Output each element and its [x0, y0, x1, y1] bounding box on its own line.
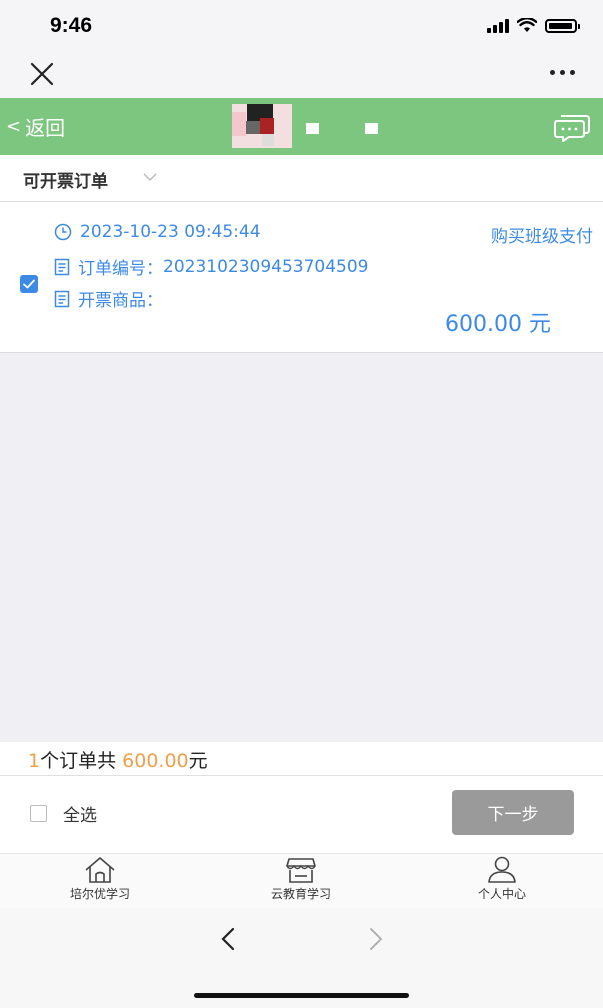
back-chevron-icon: <: [6, 116, 22, 137]
order-time: 2023-10-23 09:45:44: [80, 222, 261, 242]
order-card[interactable]: 2023-10-23 09:45:44 购买班级支付 订单编号： 2023102…: [0, 202, 603, 353]
order-goods-label: 开票商品：: [78, 291, 163, 311]
order-number-label: 订单编号：: [78, 259, 163, 279]
order-count: 1: [28, 750, 41, 772]
home-indicator: [194, 993, 409, 998]
order-goods-row: 开票商品：: [54, 286, 163, 311]
battery-icon: [545, 18, 580, 33]
summary-bar: 1个订单共 600.00元: [0, 742, 603, 776]
summary-text: 个订单共: [40, 750, 123, 772]
back-button[interactable]: < 返回: [6, 112, 65, 141]
select-all-label: 全选: [63, 806, 97, 826]
status-bar: 9:46: [0, 0, 603, 50]
order-checkbox[interactable]: [20, 275, 38, 293]
order-summary: 1个订单共 600.00元: [28, 746, 208, 773]
nav-bar: < 返回: [0, 98, 603, 155]
filter-dropdown[interactable]: 可开票订单: [23, 167, 108, 192]
next-step-button[interactable]: 下一步: [452, 790, 574, 835]
order-number-row: 订单编号： 2023102309453704509: [54, 254, 369, 279]
tab-bar: 培尔优学习 云教育学习 个人中心: [0, 853, 603, 909]
order-type: 购买班级支付: [491, 227, 593, 247]
summary-total: 600.00: [122, 750, 189, 772]
avatar: [232, 104, 292, 148]
chevron-down-icon[interactable]: [142, 171, 158, 183]
tab-label: 个人中心: [477, 887, 526, 901]
filter-bar: 可开票订单: [0, 155, 603, 202]
user-icon: [488, 856, 516, 883]
browser-forward-icon[interactable]: [366, 926, 386, 952]
order-time-row: 2023-10-23 09:45:44: [54, 222, 261, 242]
order-number: 2023102309453704509: [163, 256, 369, 277]
chat-icon[interactable]: [553, 113, 591, 143]
document-icon: [54, 290, 70, 307]
checkbox-box[interactable]: [30, 805, 47, 822]
more-options-icon[interactable]: [550, 70, 575, 75]
nav-title-placeholder: [365, 123, 378, 134]
status-time: 9:46: [50, 14, 93, 37]
select-all-checkbox[interactable]: 全选: [30, 801, 97, 826]
tab-label: 云教育学习: [270, 887, 331, 901]
summary-unit: 元: [188, 750, 208, 772]
close-icon[interactable]: [28, 60, 56, 88]
tab-label: 培尔优学习: [69, 887, 130, 901]
back-label: 返回: [25, 116, 66, 140]
order-amount: 600.00 元: [445, 312, 551, 337]
signal-icon: [487, 18, 509, 33]
checkmark-icon: [23, 279, 35, 289]
home-icon: [85, 857, 115, 883]
tab-home[interactable]: 培尔优学习: [30, 856, 170, 902]
nav-title-placeholder: [306, 123, 319, 134]
wifi-icon: [517, 18, 537, 32]
tab-cloud-education[interactable]: 云教育学习: [231, 856, 371, 902]
action-bar: 全选 下一步: [0, 776, 603, 853]
webview-topbar: [0, 50, 603, 98]
tab-profile[interactable]: 个人中心: [432, 856, 572, 902]
browser-back-icon[interactable]: [218, 926, 238, 952]
clock-icon: [54, 223, 72, 241]
document-icon: [54, 258, 70, 275]
status-icons: [487, 18, 580, 33]
store-icon: [286, 858, 316, 883]
